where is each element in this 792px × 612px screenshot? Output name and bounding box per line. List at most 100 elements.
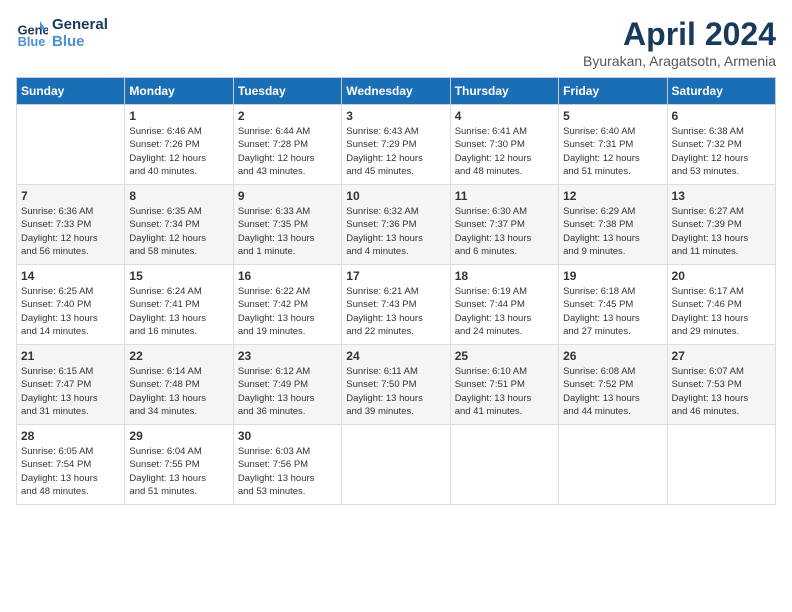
weekday-header-tuesday: Tuesday — [233, 78, 341, 105]
day-cell — [559, 425, 667, 505]
day-number: 23 — [238, 349, 337, 363]
day-info: Sunrise: 6:38 AM Sunset: 7:32 PM Dayligh… — [672, 125, 771, 178]
day-cell: 20 Sunrise: 6:17 AM Sunset: 7:46 PM Dayli… — [667, 265, 775, 345]
weekday-header-friday: Friday — [559, 78, 667, 105]
day-number: 24 — [346, 349, 445, 363]
day-cell: 27 Sunrise: 6:07 AM Sunset: 7:53 PM Dayli… — [667, 345, 775, 425]
day-info: Sunrise: 6:27 AM Sunset: 7:39 PM Dayligh… — [672, 205, 771, 258]
week-row-5: 28 Sunrise: 6:05 AM Sunset: 7:54 PM Dayli… — [17, 425, 776, 505]
day-number: 27 — [672, 349, 771, 363]
day-info: Sunrise: 6:11 AM Sunset: 7:50 PM Dayligh… — [346, 365, 445, 418]
day-cell: 1Sunrise: 6:46 AM Sunset: 7:26 PM Daylig… — [125, 105, 233, 185]
day-cell: 7Sunrise: 6:36 AM Sunset: 7:33 PM Daylig… — [17, 185, 125, 265]
logo: General Blue General Blue — [16, 16, 108, 50]
day-cell: 26 Sunrise: 6:08 AM Sunset: 7:52 PM Dayli… — [559, 345, 667, 425]
day-cell: 3 Sunrise: 6:43 AM Sunset: 7:29 PM Daylig… — [342, 105, 450, 185]
day-info: Sunrise: 6:22 AM Sunset: 7:42 PM Dayligh… — [238, 285, 337, 338]
day-number: 21 — [21, 349, 120, 363]
day-cell: 29 Sunrise: 6:04 AM Sunset: 7:55 PM Dayli… — [125, 425, 233, 505]
day-info: Sunrise: 6:21 AM Sunset: 7:43 PM Dayligh… — [346, 285, 445, 338]
day-cell: 28 Sunrise: 6:05 AM Sunset: 7:54 PM Dayli… — [17, 425, 125, 505]
day-cell: 23 Sunrise: 6:12 AM Sunset: 7:49 PM Dayli… — [233, 345, 341, 425]
day-number: 16 — [238, 269, 337, 283]
day-number: 6 — [672, 109, 771, 123]
day-info: Sunrise: 6:35 AM Sunset: 7:34 PM Dayligh… — [129, 205, 228, 258]
day-info: Sunrise: 6:18 AM Sunset: 7:45 PM Dayligh… — [563, 285, 662, 338]
logo-general: General — [52, 16, 108, 33]
day-cell: 13Sunrise: 6:27 AM Sunset: 7:39 PM Dayli… — [667, 185, 775, 265]
week-row-3: 14Sunrise: 6:25 AM Sunset: 7:40 PM Dayli… — [17, 265, 776, 345]
weekday-header-wednesday: Wednesday — [342, 78, 450, 105]
day-number: 5 — [563, 109, 662, 123]
day-number: 22 — [129, 349, 228, 363]
day-number: 10 — [346, 189, 445, 203]
day-number: 8 — [129, 189, 228, 203]
day-cell: 2Sunrise: 6:44 AM Sunset: 7:28 PM Daylig… — [233, 105, 341, 185]
day-cell: 5 Sunrise: 6:40 AM Sunset: 7:31 PM Daylig… — [559, 105, 667, 185]
day-info: Sunrise: 6:44 AM Sunset: 7:28 PM Dayligh… — [238, 125, 337, 178]
day-cell: 18Sunrise: 6:19 AM Sunset: 7:44 PM Dayli… — [450, 265, 558, 345]
day-info: Sunrise: 6:03 AM Sunset: 7:56 PM Dayligh… — [238, 445, 337, 498]
day-info: Sunrise: 6:25 AM Sunset: 7:40 PM Dayligh… — [21, 285, 120, 338]
weekday-header-thursday: Thursday — [450, 78, 558, 105]
month-title: April 2024 — [583, 16, 776, 53]
day-number: 3 — [346, 109, 445, 123]
weekday-header-saturday: Saturday — [667, 78, 775, 105]
day-number: 30 — [238, 429, 337, 443]
day-cell: 30 Sunrise: 6:03 AM Sunset: 7:56 PM Dayli… — [233, 425, 341, 505]
day-info: Sunrise: 6:14 AM Sunset: 7:48 PM Dayligh… — [129, 365, 228, 418]
day-number: 15 — [129, 269, 228, 283]
logo-blue: Blue — [52, 33, 108, 50]
day-cell: 22 Sunrise: 6:14 AM Sunset: 7:48 PM Dayli… — [125, 345, 233, 425]
week-row-4: 21Sunrise: 6:15 AM Sunset: 7:47 PM Dayli… — [17, 345, 776, 425]
day-info: Sunrise: 6:40 AM Sunset: 7:31 PM Dayligh… — [563, 125, 662, 178]
day-cell: 14Sunrise: 6:25 AM Sunset: 7:40 PM Dayli… — [17, 265, 125, 345]
weekday-header-sunday: Sunday — [17, 78, 125, 105]
day-cell: 11Sunrise: 6:30 AM Sunset: 7:37 PM Dayli… — [450, 185, 558, 265]
day-info: Sunrise: 6:12 AM Sunset: 7:49 PM Dayligh… — [238, 365, 337, 418]
day-info: Sunrise: 6:41 AM Sunset: 7:30 PM Dayligh… — [455, 125, 554, 178]
day-number: 12 — [563, 189, 662, 203]
day-info: Sunrise: 6:43 AM Sunset: 7:29 PM Dayligh… — [346, 125, 445, 178]
day-info: Sunrise: 6:24 AM Sunset: 7:41 PM Dayligh… — [129, 285, 228, 338]
day-cell — [342, 425, 450, 505]
day-info: Sunrise: 6:33 AM Sunset: 7:35 PM Dayligh… — [238, 205, 337, 258]
weekday-header-monday: Monday — [125, 78, 233, 105]
day-cell: 19 Sunrise: 6:18 AM Sunset: 7:45 PM Dayli… — [559, 265, 667, 345]
day-info: Sunrise: 6:08 AM Sunset: 7:52 PM Dayligh… — [563, 365, 662, 418]
day-cell: 4 Sunrise: 6:41 AM Sunset: 7:30 PM Daylig… — [450, 105, 558, 185]
day-cell: 16 Sunrise: 6:22 AM Sunset: 7:42 PM Dayli… — [233, 265, 341, 345]
calendar-body: 1Sunrise: 6:46 AM Sunset: 7:26 PM Daylig… — [17, 105, 776, 505]
week-row-2: 7Sunrise: 6:36 AM Sunset: 7:33 PM Daylig… — [17, 185, 776, 265]
day-number: 4 — [455, 109, 554, 123]
day-info: Sunrise: 6:04 AM Sunset: 7:55 PM Dayligh… — [129, 445, 228, 498]
day-cell — [450, 425, 558, 505]
svg-text:Blue: Blue — [18, 34, 46, 49]
day-number: 29 — [129, 429, 228, 443]
day-number: 20 — [672, 269, 771, 283]
day-cell: 25 Sunrise: 6:10 AM Sunset: 7:51 PM Dayli… — [450, 345, 558, 425]
day-info: Sunrise: 6:32 AM Sunset: 7:36 PM Dayligh… — [346, 205, 445, 258]
day-number: 19 — [563, 269, 662, 283]
day-cell: 10 Sunrise: 6:32 AM Sunset: 7:36 PM Dayli… — [342, 185, 450, 265]
day-info: Sunrise: 6:10 AM Sunset: 7:51 PM Dayligh… — [455, 365, 554, 418]
day-number: 9 — [238, 189, 337, 203]
logo-icon: General Blue — [16, 17, 48, 49]
day-number: 7 — [21, 189, 120, 203]
day-info: Sunrise: 6:05 AM Sunset: 7:54 PM Dayligh… — [21, 445, 120, 498]
calendar-table: SundayMondayTuesdayWednesdayThursdayFrid… — [16, 77, 776, 505]
day-info: Sunrise: 6:07 AM Sunset: 7:53 PM Dayligh… — [672, 365, 771, 418]
day-cell — [17, 105, 125, 185]
page-header: General Blue General Blue April 2024 Byu… — [16, 16, 776, 69]
day-number: 28 — [21, 429, 120, 443]
day-cell: 12Sunrise: 6:29 AM Sunset: 7:38 PM Dayli… — [559, 185, 667, 265]
day-info: Sunrise: 6:17 AM Sunset: 7:46 PM Dayligh… — [672, 285, 771, 338]
week-row-1: 1Sunrise: 6:46 AM Sunset: 7:26 PM Daylig… — [17, 105, 776, 185]
weekday-header-row: SundayMondayTuesdayWednesdayThursdayFrid… — [17, 78, 776, 105]
day-cell: 21Sunrise: 6:15 AM Sunset: 7:47 PM Dayli… — [17, 345, 125, 425]
day-number: 26 — [563, 349, 662, 363]
day-number: 25 — [455, 349, 554, 363]
day-info: Sunrise: 6:30 AM Sunset: 7:37 PM Dayligh… — [455, 205, 554, 258]
day-cell: 8 Sunrise: 6:35 AM Sunset: 7:34 PM Daylig… — [125, 185, 233, 265]
day-cell — [667, 425, 775, 505]
